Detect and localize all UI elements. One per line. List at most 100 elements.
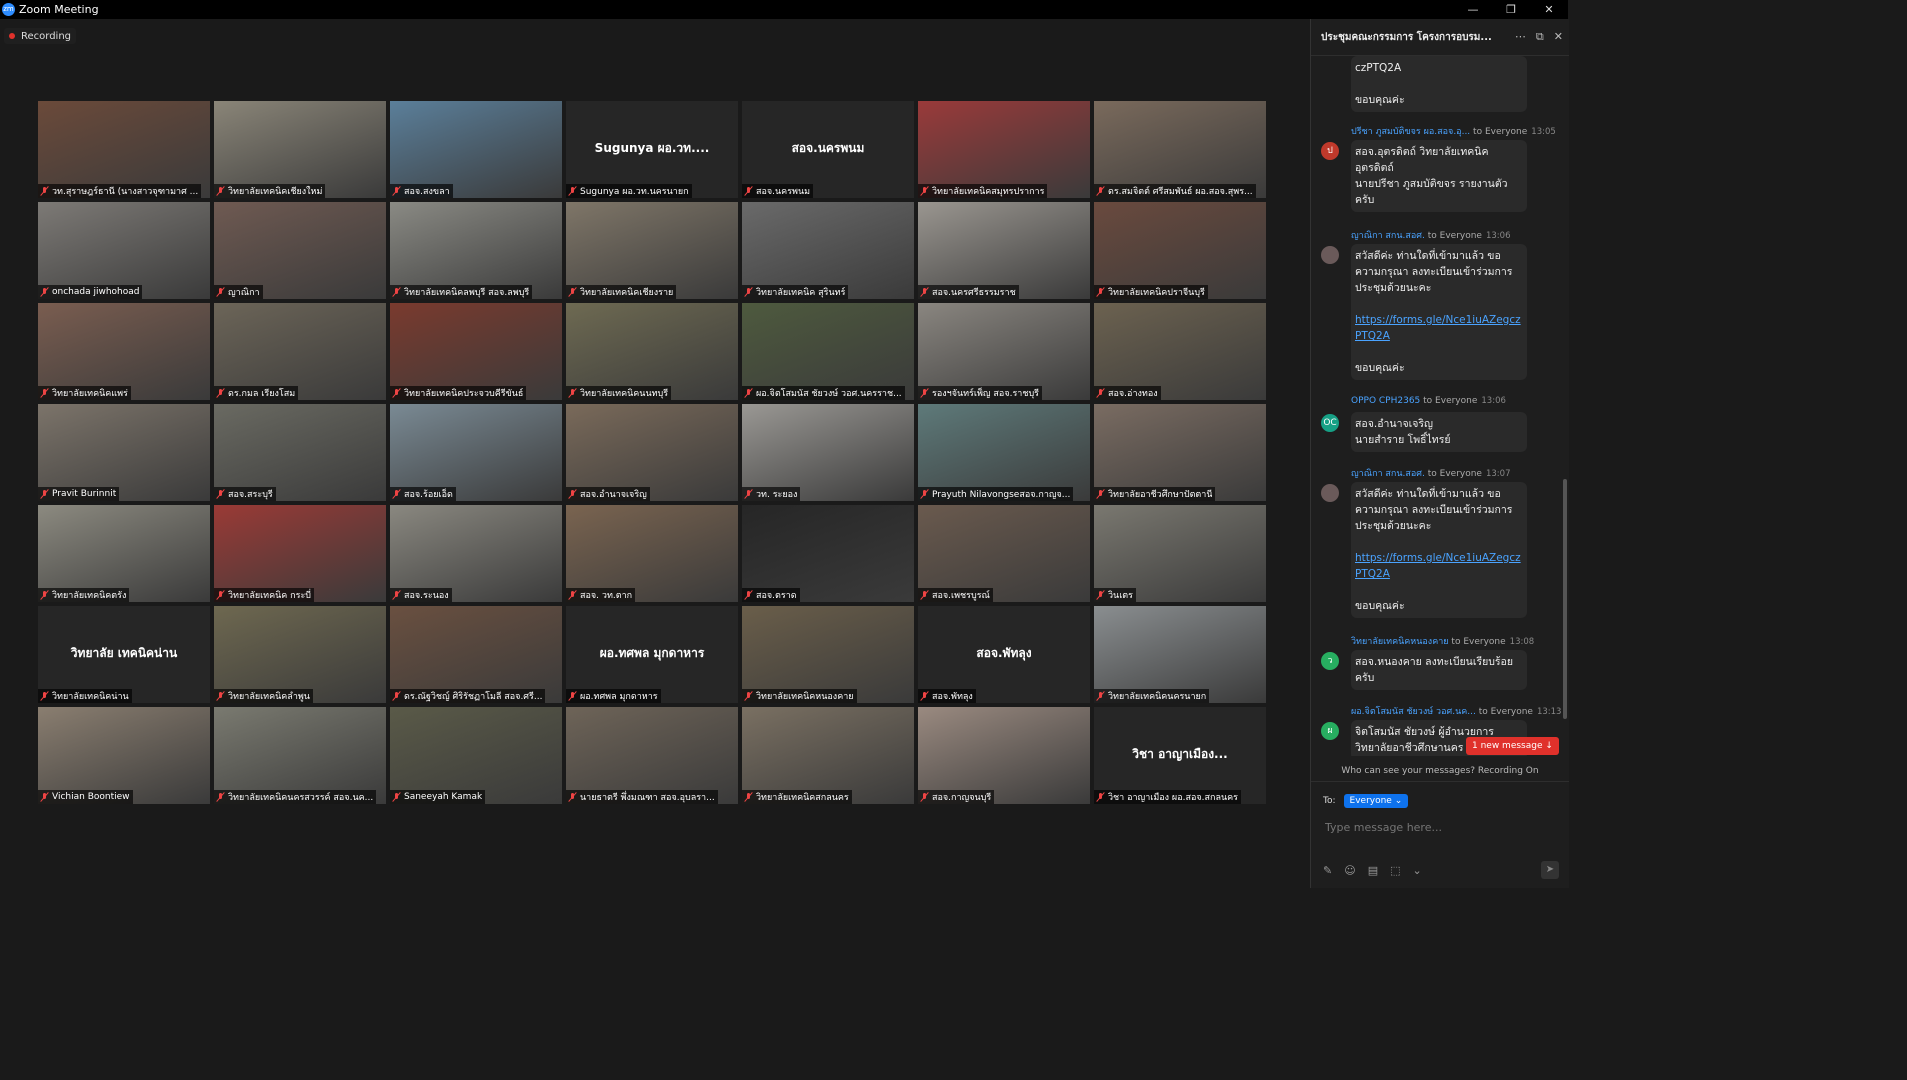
participant-tile[interactable]: Sugunya ผอ.วท.... Sugunya ผอ.วท.นครนายก xyxy=(566,101,738,198)
mic-muted-icon xyxy=(1096,186,1105,196)
participant-tile[interactable]: สอจ.อ่างทอง xyxy=(1094,303,1266,400)
participant-name-label: onchada jiwhohoad xyxy=(38,285,143,299)
participant-tile[interactable]: วิทยาลัยเทคนิคลพบุรี สอจ.ลพบุรี xyxy=(390,202,562,299)
participant-tile[interactable]: สอจ.เพชรบูรณ์ xyxy=(918,505,1090,602)
chat-scrollbar[interactable] xyxy=(1563,479,1567,719)
title-bar: zm Zoom Meeting — ❐ ✕ xyxy=(0,0,1568,19)
chat-message[interactable]: czPTQ2A ขอบคุณค่ะ xyxy=(1351,56,1527,112)
participant-tile[interactable]: วิทยาลัยเทคนิคสกลนคร xyxy=(742,707,914,804)
participant-tile[interactable]: วิทยาลัยเทคนิคลำพูน xyxy=(214,606,386,703)
chat-messages[interactable]: czPTQ2A ขอบคุณค่ะ ปรีชา ภูสมบัติขจร ผอ.สอจ… xyxy=(1311,56,1569,756)
message-input[interactable] xyxy=(1323,815,1557,839)
privacy-note[interactable]: Who can see your messages? Recording On xyxy=(1311,761,1569,782)
participant-tile[interactable]: onchada jiwhohoad xyxy=(38,202,210,299)
mic-muted-icon xyxy=(1096,287,1105,297)
participant-tile[interactable]: วิทยาลัยเทคนิคสมุทรปราการ xyxy=(918,101,1090,198)
message-line: สวัสดีค่ะ ท่านใดที่เข้ามาแล้ว ขอความกรุณ… xyxy=(1355,488,1513,532)
mic-muted-icon xyxy=(568,287,577,297)
participant-tile[interactable]: วิทยาลัยเทคนิคปราจีนบุรี xyxy=(1094,202,1266,299)
participant-tile[interactable]: ดร.สมจิตต์ ศรีสมพันธ์ ผอ.สอจ.สุพร... xyxy=(1094,101,1266,198)
emoji-icon[interactable]: ☺ xyxy=(1344,864,1355,877)
mic-muted-icon xyxy=(40,388,49,398)
participant-tile[interactable]: สอจ.กาญจนบุรี xyxy=(918,707,1090,804)
recording-indicator[interactable]: Recording xyxy=(4,28,77,44)
participant-name: วิทยาลัยเทคนิคตรัง xyxy=(52,591,127,601)
recipient-value: Everyone xyxy=(1349,796,1392,806)
participant-tile[interactable]: วิทยาลัยอาชีวศึกษาปัตตานี xyxy=(1094,404,1266,501)
participant-name: วิทยาลัยเทคนิคปราจีนบุรี xyxy=(1108,288,1205,298)
participant-tile[interactable]: วิทยาลัยเทคนิคนครนายก xyxy=(1094,606,1266,703)
participant-name: ดร.ณัฐวิชญ์ ศิริรัชฏาโมลี สอจ.ศรี... xyxy=(404,692,543,702)
participant-tile[interactable]: นายธาตรี พึ่งมณฑา สอจ.อุบลรา... xyxy=(566,707,738,804)
participant-tile[interactable]: สอจ. วท.ตาก xyxy=(566,505,738,602)
file-icon[interactable]: ▤ xyxy=(1368,864,1378,877)
participant-tile[interactable]: สอจ.นครพนม สอจ.นครพนม xyxy=(742,101,914,198)
participant-tile[interactable]: รองฯจันทร์เพ็ญ สอจ.ราชบุรี xyxy=(918,303,1090,400)
screenshot-icon[interactable]: ⬚ xyxy=(1390,864,1400,877)
close-icon[interactable]: ✕ xyxy=(1554,30,1563,44)
participant-tile[interactable]: วิทยาลัยเทคนิคตรัง xyxy=(38,505,210,602)
participant-tile[interactable]: ญาณิกา xyxy=(214,202,386,299)
participant-name-label: สอจ.กาญจนบุรี xyxy=(918,790,995,804)
chat-message[interactable]: สวัสดีค่ะ ท่านใดที่เข้ามาแล้ว ขอความกรุณ… xyxy=(1351,482,1527,618)
registration-link[interactable]: https://forms.gle/Nce1iuAZegczPTQ2A xyxy=(1355,550,1523,582)
minimize-icon[interactable]: — xyxy=(1454,0,1492,19)
chat-message[interactable]: สวัสดีค่ะ ท่านใดที่เข้ามาแล้ว ขอความกรุณ… xyxy=(1351,244,1527,380)
participant-tile[interactable]: วิทยาลัยเทคนิคประจวบคีรีขันธ์ xyxy=(390,303,562,400)
chat-message[interactable]: สอจ.อุตรดิตถ์ วิทยาลัยเทคนิคอุตรดิตถ์ นาย… xyxy=(1351,140,1527,212)
participant-tile[interactable]: Vichian Boontiew xyxy=(38,707,210,804)
new-message-button[interactable]: 1 new message ↓ xyxy=(1466,737,1559,755)
mic-muted-icon xyxy=(568,489,577,499)
participant-tile[interactable]: สอจ.อำนาจเจริญ xyxy=(566,404,738,501)
avatar xyxy=(1321,484,1339,502)
to-label: To: xyxy=(1323,796,1336,806)
participant-tile[interactable]: สอจ.ร้อยเอ็ด xyxy=(390,404,562,501)
more-icon[interactable]: ⋯ xyxy=(1515,30,1526,44)
participant-tile[interactable]: ผอ.จิตโสมนัส ชัยวงษ์ วอศ.นครราช... xyxy=(742,303,914,400)
participant-tile[interactable]: วิทยาลัยเทคนิคหนองคาย xyxy=(742,606,914,703)
participant-tile[interactable]: วิทยาลัยเทคนิคนครสวรรค์ สอจ.นค... xyxy=(214,707,386,804)
window-title: Zoom Meeting xyxy=(19,3,99,16)
participant-tile[interactable]: ดร.ณัฐวิชญ์ ศิริรัชฏาโมลี สอจ.ศรี... xyxy=(390,606,562,703)
participant-tile[interactable]: วิทยาลัยเทคนิคนนทบุรี xyxy=(566,303,738,400)
send-icon[interactable]: ➤ xyxy=(1541,861,1559,879)
participant-tile[interactable]: ดร.กมล เรียงโสม xyxy=(214,303,386,400)
chat-message[interactable]: สอจ.อำนาจเจริญ นายสำราย โพธิ์ไทรย์ xyxy=(1351,412,1527,452)
message-sender: ผอ.จิตโสมนัส ชัยวงษ์ วอศ.นค... to Everyo… xyxy=(1351,704,1567,718)
participant-tile[interactable]: วิทยาลัยเทคนิค สุรินทร์ xyxy=(742,202,914,299)
participant-tile[interactable]: วิทยาลัยเทคนิคเชียงใหม่ xyxy=(214,101,386,198)
mic-muted-icon xyxy=(920,287,929,297)
participant-tile[interactable]: วิทยาลัยเทคนิคเชียงราย xyxy=(566,202,738,299)
participant-tile[interactable]: สอจ.ระนอง xyxy=(390,505,562,602)
participant-name-label: สอจ.ระนอง xyxy=(390,588,452,602)
format-icon[interactable]: ✎ xyxy=(1323,864,1332,877)
participant-name-label: Pravit Burinnit xyxy=(38,487,120,501)
participant-tile[interactable]: วิทยาลัย เทคนิคน่าน วิทยาลัยเทคนิคน่าน xyxy=(38,606,210,703)
participant-tile[interactable]: วท.สุราษฎร์ธานี (นางสาวจุฑามาศ ... xyxy=(38,101,210,198)
participant-tile[interactable]: สอจ.พัทลุง สอจ.พัทลุง xyxy=(918,606,1090,703)
participant-tile[interactable]: Prayuth Nilavongseสอจ.กาญจ... xyxy=(918,404,1090,501)
participant-tile[interactable]: วท. ระยอง xyxy=(742,404,914,501)
participant-tile[interactable]: วินเตร xyxy=(1094,505,1266,602)
participant-tile[interactable]: สอจ.สงขลา xyxy=(390,101,562,198)
participant-tile[interactable]: วิทยาลัยเทคนิคแพร่ xyxy=(38,303,210,400)
participant-name-label: สอจ.เพชรบูรณ์ xyxy=(918,588,993,602)
participant-name-label: วิทยาลัยอาชีวศึกษาปัตตานี xyxy=(1094,487,1216,501)
zoom-logo-icon: zm xyxy=(2,3,15,16)
restore-icon[interactable]: ❐ xyxy=(1492,0,1530,19)
popout-icon[interactable]: ⧉ xyxy=(1536,30,1544,44)
message-line: czPTQ2A xyxy=(1355,62,1402,74)
close-window-icon[interactable]: ✕ xyxy=(1530,0,1568,19)
participant-tile[interactable]: Saneeyah Kamak xyxy=(390,707,562,804)
participant-tile[interactable]: ผอ.ทศพล มุกดาหาร ผอ.ทศพล มุกดาหาร xyxy=(566,606,738,703)
participant-tile[interactable]: วิทยาลัยเทคนิค กระบี่ xyxy=(214,505,386,602)
participant-tile[interactable]: วิชา อาญาเมือง... วิชา อาญาเมือง ผอ.สอจ.ส… xyxy=(1094,707,1266,804)
chevron-down-icon[interactable]: ⌄ xyxy=(1413,864,1422,877)
participant-tile[interactable]: สอจ.สระบุรี xyxy=(214,404,386,501)
chat-message[interactable]: สอจ.หนองคาย ลงทะเบียนเรียบร้อยครับ xyxy=(1351,650,1527,690)
registration-link[interactable]: https://forms.gle/Nce1iuAZegczPTQ2A xyxy=(1355,312,1523,344)
participant-tile[interactable]: สอจ.ตราด xyxy=(742,505,914,602)
participant-tile[interactable]: Pravit Burinnit xyxy=(38,404,210,501)
recipient-select[interactable]: Everyone ⌄ xyxy=(1343,794,1409,808)
participant-tile[interactable]: สอจ.นครศรีธรรมราช xyxy=(918,202,1090,299)
